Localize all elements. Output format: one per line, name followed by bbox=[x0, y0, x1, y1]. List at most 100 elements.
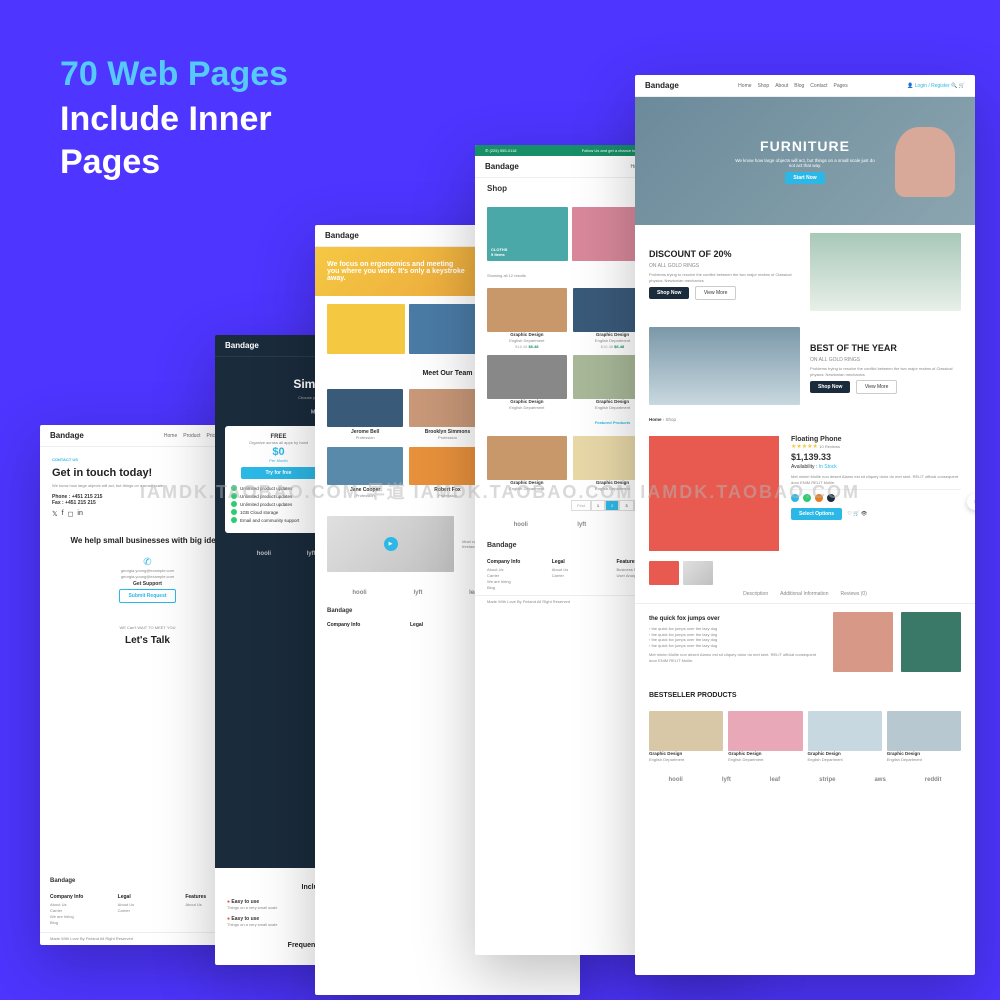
bc-shop[interactable]: Shop bbox=[666, 417, 677, 422]
nav-a5[interactable]: About bbox=[775, 83, 788, 89]
brand-h-4: hooli bbox=[514, 522, 528, 528]
prod-t-6: Graphic Design bbox=[510, 480, 543, 485]
best-2[interactable] bbox=[808, 711, 882, 751]
nav-s5[interactable]: Shop bbox=[758, 83, 770, 89]
marketing-headline: 70 Web Pages Include Inner Pages bbox=[60, 55, 288, 183]
person-img-0 bbox=[327, 389, 403, 427]
linkedin-icon[interactable]: in bbox=[77, 510, 82, 518]
color-blue[interactable] bbox=[791, 494, 799, 502]
headline-1: 70 Web Pages bbox=[60, 55, 288, 94]
fl-4[interactable]: About Us bbox=[118, 902, 178, 907]
prod-t-4: Graphic Design bbox=[596, 399, 629, 404]
best-1[interactable] bbox=[728, 711, 802, 751]
submit-button[interactable]: Submit Request bbox=[119, 589, 175, 603]
best-sub: ON ALL GOLD RINGS bbox=[810, 357, 961, 363]
heart-icon[interactable]: ♡ bbox=[847, 511, 851, 517]
brand-hooli: hooli bbox=[257, 551, 271, 557]
f4l2[interactable]: We are hiring bbox=[487, 579, 544, 584]
login-link[interactable]: Login / Register bbox=[915, 83, 950, 89]
headline-3: Pages bbox=[60, 141, 288, 184]
f4l4[interactable]: About Us bbox=[552, 567, 609, 572]
brand-r-5: reddit bbox=[925, 777, 942, 783]
prod-img-6[interactable] bbox=[487, 436, 567, 480]
discount-view[interactable]: View More bbox=[695, 286, 737, 300]
color-dark[interactable] bbox=[827, 494, 835, 502]
best-3[interactable] bbox=[887, 711, 961, 751]
best-t-1: Graphic Design bbox=[728, 751, 761, 756]
tab-desc[interactable]: Description bbox=[743, 591, 768, 597]
instagram-icon[interactable]: ◻ bbox=[68, 510, 74, 518]
video-thumb[interactable]: ▶ bbox=[327, 516, 454, 572]
select-options-button[interactable]: Select Options bbox=[791, 508, 842, 520]
nav-home[interactable]: Home bbox=[164, 433, 177, 439]
f3c0: Company Info bbox=[327, 622, 402, 628]
cart-icon[interactable]: 🛒 bbox=[959, 83, 965, 89]
best-view[interactable]: View More bbox=[856, 380, 898, 394]
brand-logo: Bandage bbox=[225, 341, 259, 350]
nav-pg5[interactable]: Pages bbox=[834, 83, 848, 89]
prod-img-0[interactable] bbox=[487, 288, 567, 332]
team-hero-text: We focus on ergonomics and meeting you w… bbox=[327, 261, 467, 282]
f4l1[interactable]: Carrier bbox=[487, 573, 544, 578]
pn-1: $6.48 bbox=[614, 344, 624, 349]
f4l3[interactable]: Blog bbox=[487, 585, 544, 590]
fl-3[interactable]: Blog bbox=[50, 920, 110, 925]
fox-3: the quick fox jumps over the lazy dog bbox=[651, 637, 717, 642]
nav-product[interactable]: Product bbox=[183, 433, 200, 439]
f4c1: Legal bbox=[552, 559, 609, 565]
fl-2[interactable]: We are hiring bbox=[50, 914, 110, 919]
discount-title: DISCOUNT OF 20% bbox=[649, 249, 800, 259]
hero-sub: We know how large objects will act, but … bbox=[735, 158, 875, 168]
fox-1: the quick fox jumps over the lazy dog bbox=[651, 626, 717, 631]
fl-0[interactable]: About Us bbox=[50, 902, 110, 907]
fl-5[interactable]: Carrier bbox=[118, 908, 178, 913]
brand-h-5: hooli bbox=[668, 777, 682, 783]
fox-2: the quick fox jumps over the lazy dog bbox=[651, 632, 717, 637]
cart-add-icon[interactable]: 🛒 bbox=[853, 511, 859, 517]
person-name-3: Jane Cooper bbox=[350, 487, 380, 493]
color-green[interactable] bbox=[803, 494, 811, 502]
play-icon[interactable]: ▶ bbox=[384, 537, 398, 551]
thumb-1[interactable] bbox=[649, 561, 679, 585]
facebook-icon[interactable]: f bbox=[62, 510, 64, 518]
brand-logo: Bandage bbox=[50, 431, 84, 440]
brand-l-3: lyft bbox=[413, 590, 422, 596]
best-shop[interactable]: Shop Now bbox=[810, 381, 850, 393]
color-orange[interactable] bbox=[815, 494, 823, 502]
next-arrow-icon[interactable]: › bbox=[967, 494, 975, 510]
page-1[interactable]: 1 bbox=[591, 500, 605, 511]
tab-info[interactable]: Additional Information bbox=[780, 591, 828, 597]
discount-image bbox=[810, 233, 961, 311]
discount-sub: ON ALL GOLD RINGS bbox=[649, 263, 800, 269]
f4l0[interactable]: About Us bbox=[487, 567, 544, 572]
prod-t-3: Graphic Design bbox=[510, 399, 543, 404]
cat-1[interactable]: CLOTHS5 Items bbox=[487, 207, 568, 261]
page-first[interactable]: First bbox=[571, 500, 591, 511]
bc-home[interactable]: Home bbox=[649, 417, 662, 422]
nav-h5[interactable]: Home bbox=[738, 83, 751, 89]
furniture-hero: FURNITURE We know how large objects will… bbox=[635, 97, 975, 225]
eye-icon[interactable]: 👁 bbox=[861, 511, 867, 517]
best-0[interactable] bbox=[649, 711, 723, 751]
fc-1: Legal bbox=[118, 894, 178, 900]
page-2[interactable]: 2 bbox=[605, 500, 619, 511]
thumb-2[interactable] bbox=[683, 561, 713, 585]
tab-reviews[interactable]: Reviews (0) bbox=[840, 591, 866, 597]
search-icon[interactable]: 🔍 bbox=[951, 83, 957, 89]
nav-c5[interactable]: Contact bbox=[810, 83, 827, 89]
star-icons: ★★★★★ bbox=[791, 444, 818, 450]
prod-img-3[interactable] bbox=[487, 355, 567, 399]
f4l5[interactable]: Carrier bbox=[552, 573, 609, 578]
person-img-3 bbox=[327, 447, 403, 485]
brand-logo: Bandage bbox=[325, 231, 359, 240]
fl-1[interactable]: Carrier bbox=[50, 908, 110, 913]
nav-b5[interactable]: Blog bbox=[794, 83, 804, 89]
user-icon[interactable]: 👤 bbox=[907, 83, 913, 89]
discount-shop[interactable]: Shop Now bbox=[649, 287, 689, 299]
hero-cta[interactable]: Start Now bbox=[785, 172, 824, 184]
twitter-icon[interactable]: 𝕏 bbox=[52, 510, 58, 518]
f4c0: Company Info bbox=[487, 559, 544, 565]
plan-cta-0[interactable]: Try for free bbox=[241, 467, 317, 479]
fc-0: Company Info bbox=[50, 894, 110, 900]
page-3[interactable]: 3 bbox=[619, 500, 633, 511]
